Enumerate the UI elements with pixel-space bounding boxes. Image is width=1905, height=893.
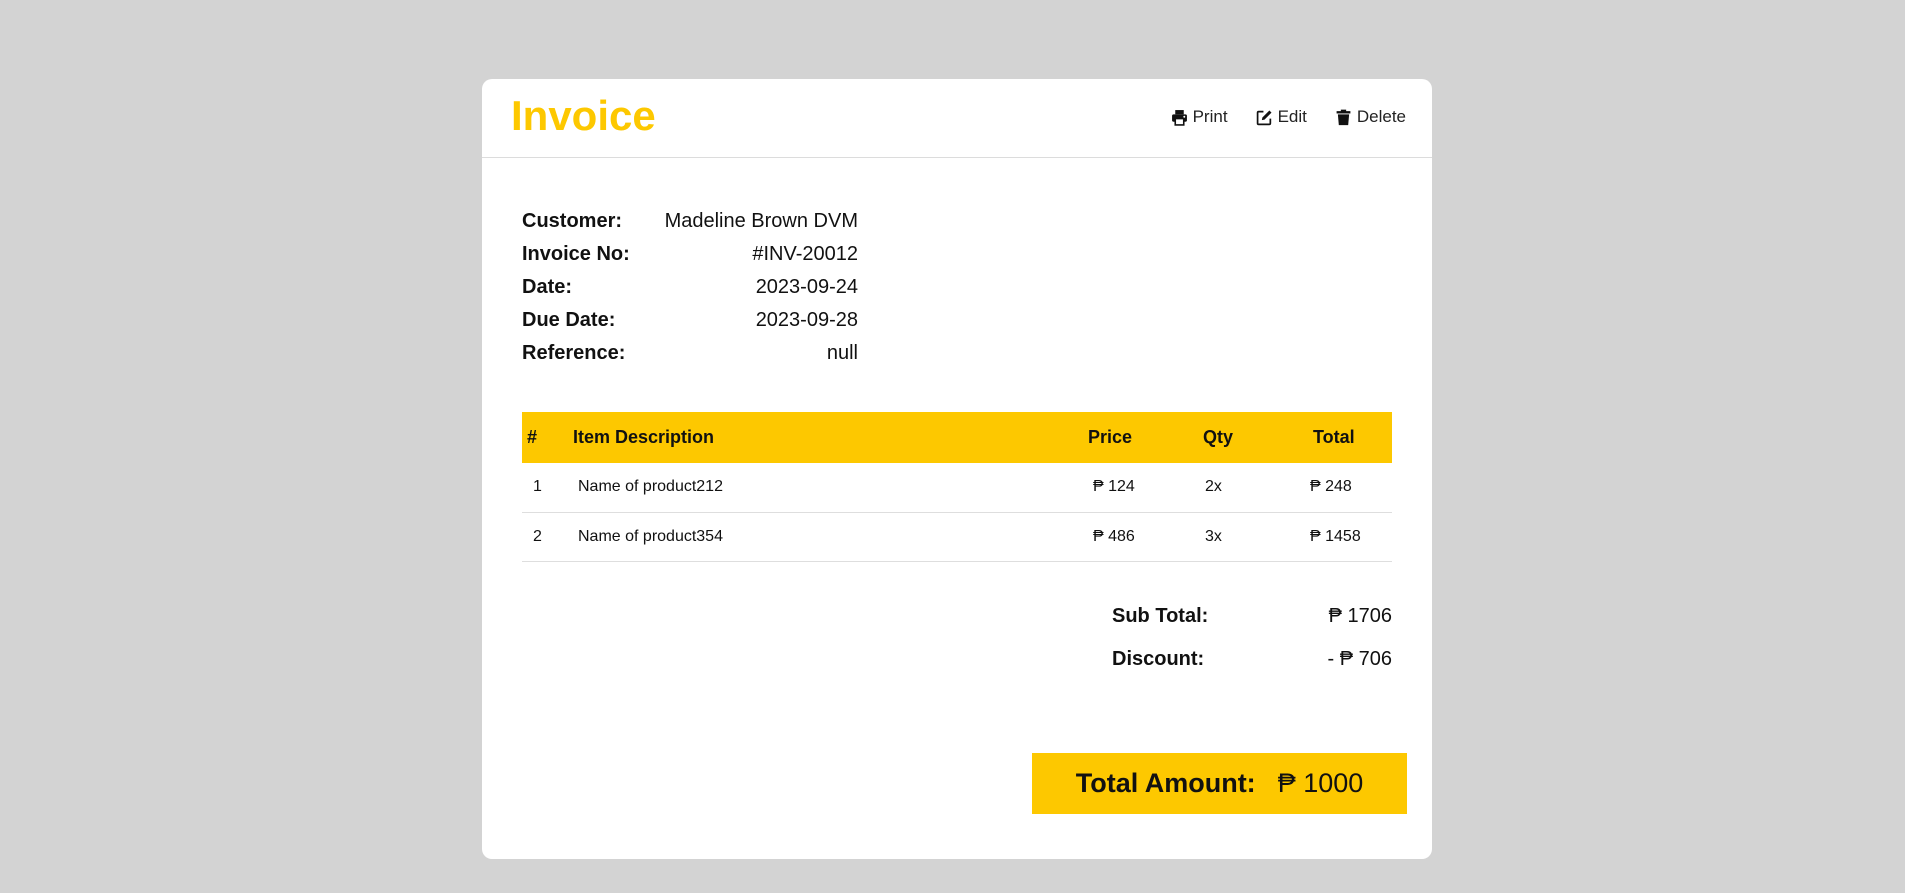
row-number: 1 (533, 478, 542, 496)
print-label: Print (1192, 107, 1228, 126)
trash-icon (1336, 109, 1351, 125)
row-total: ₱ 248 (1310, 478, 1352, 496)
row-number: 2 (533, 527, 542, 545)
date-value: 2023-09-24 (755, 276, 858, 298)
row-qty: 2x (1205, 478, 1222, 496)
items-table-body: 1 Name of product212 ₱ 124 2x ₱ 248 2 Na… (522, 463, 1392, 561)
reference-row: Reference: null (522, 337, 858, 370)
total-amount-box: Total Amount: ₱ 1000 (1032, 753, 1407, 814)
total-amount-value: ₱ 1000 (1277, 768, 1364, 798)
page-title: Invoice (511, 92, 656, 139)
discount-row: Discount: - ₱ 706 (1112, 638, 1392, 681)
total-amount-label: Total Amount: (1075, 768, 1256, 798)
printer-icon (1171, 109, 1187, 126)
row-price: ₱ 124 (1093, 478, 1135, 496)
customer-label: Customer: (522, 210, 623, 232)
table-header-row: # Item Description Price Qty Total (522, 412, 1392, 463)
print-button[interactable]: Print (1171, 107, 1228, 127)
customer-value: Madeline Brown DVM (664, 210, 858, 232)
discount-value: - ₱ 706 (1327, 648, 1392, 670)
delete-label: Delete (1356, 107, 1406, 126)
row-description: Name of product354 (578, 527, 723, 545)
items-table-header: # Item Description Price Qty Total (522, 412, 1392, 463)
delete-button[interactable]: Delete (1335, 107, 1406, 127)
reference-label: Reference: (522, 342, 626, 364)
invoice-details: Customer: Madeline Brown DVM Invoice No:… (522, 205, 858, 370)
table-row: 2 Name of product354 ₱ 486 3x ₱ 1458 (522, 512, 1392, 561)
edit-button[interactable]: Edit (1256, 107, 1307, 127)
due-date-row: Due Date: 2023-09-28 (522, 304, 858, 337)
row-price: ₱ 486 (1093, 527, 1135, 545)
column-header-description: Item Description (573, 427, 715, 447)
subtotal-row: Sub Total: ₱ 1706 (1112, 595, 1392, 638)
column-header-price: Price (1088, 427, 1133, 447)
invoice-number-row: Invoice No: #INV-20012 (522, 238, 858, 271)
due-date-label: Due Date: (522, 309, 616, 331)
column-header-qty: Qty (1203, 427, 1234, 447)
column-header-number: # (527, 427, 538, 447)
date-label: Date: (522, 276, 573, 298)
table-row: 1 Name of product212 ₱ 124 2x ₱ 248 (522, 463, 1392, 512)
due-date-value: 2023-09-28 (755, 309, 858, 331)
edit-icon (1256, 109, 1272, 125)
row-qty: 3x (1205, 527, 1222, 545)
discount-label: Discount: (1112, 648, 1205, 670)
edit-label: Edit (1277, 107, 1307, 126)
row-description: Name of product212 (578, 478, 723, 496)
invoice-card: Invoice Print Edit Delete Customer: Made… (482, 79, 1432, 859)
reference-value: null (826, 342, 858, 364)
subtotal-value: ₱ 1706 (1328, 605, 1392, 627)
row-total: ₱ 1458 (1310, 527, 1361, 545)
column-header-total: Total (1313, 427, 1355, 447)
subtotal-label: Sub Total: (1112, 605, 1209, 627)
invoice-number-label: Invoice No: (522, 243, 630, 265)
customer-row: Customer: Madeline Brown DVM (522, 205, 858, 238)
items-table: # Item Description Price Qty Total 1 Nam… (522, 412, 1392, 562)
action-toolbar: Print Edit Delete (1171, 107, 1406, 127)
invoice-header: Invoice Print Edit Delete (482, 79, 1432, 158)
summary: Sub Total: ₱ 1706 Discount: - ₱ 706 (1112, 595, 1392, 681)
invoice-number-value: #INV-20012 (752, 243, 858, 265)
date-row: Date: 2023-09-24 (522, 271, 858, 304)
